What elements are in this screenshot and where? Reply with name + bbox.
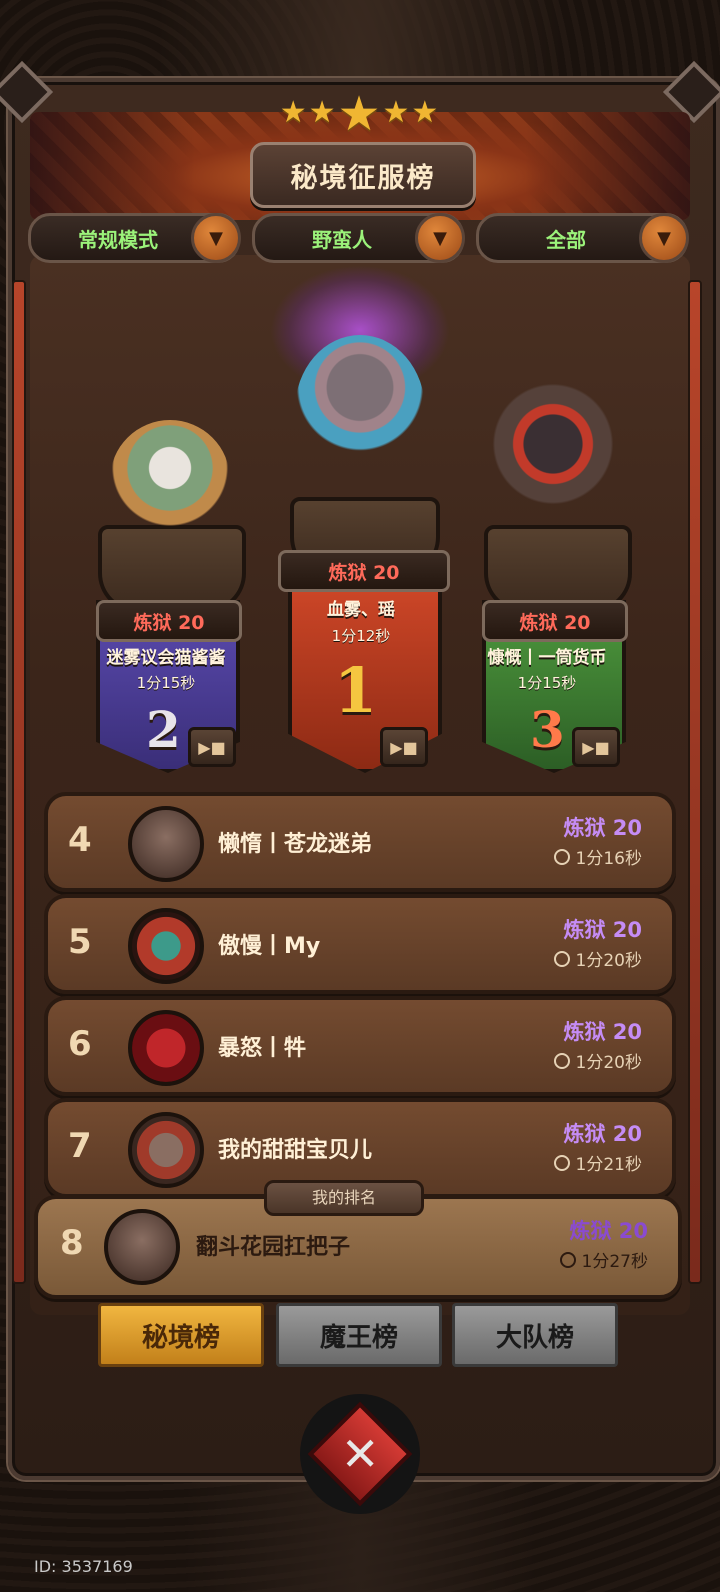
row-level: 炼狱 20 (563, 918, 642, 942)
player-name: 迷雾议会猫酱酱 (106, 648, 226, 668)
rank-number: 2 (146, 700, 181, 759)
row-time: 1分27秒 (559, 1247, 648, 1272)
hero-avatar-second[interactable] (110, 420, 230, 540)
replay-video-button[interactable]: ▶■ (188, 727, 236, 767)
level-plate: 炼狱 20 (278, 550, 450, 592)
row-time-value: 1分16秒 (575, 849, 642, 869)
user-id-label: ID: 3537169 (34, 1557, 133, 1576)
chevron-down-icon[interactable]: ▼ (191, 213, 241, 263)
row-rank: 7 (68, 1126, 92, 1166)
avatar[interactable] (128, 1010, 204, 1086)
video-camera-icon: ▶■ (390, 737, 418, 757)
side-decoration (12, 280, 26, 1284)
row-player-name: 暴怒丨牪 (218, 1036, 307, 1061)
row-level: 炼狱 20 (569, 1219, 648, 1243)
rank-number: 1 (334, 654, 378, 727)
scope-dropdown[interactable]: 全部 ▼ (476, 213, 689, 263)
leaderboard-row[interactable]: 6 暴怒丨牪 炼狱 20 1分20秒 (44, 996, 676, 1096)
level-plate: 炼狱 20 (96, 600, 242, 642)
chevron-down-icon[interactable]: ▼ (639, 213, 689, 263)
player-name: 血雾、瑶 (327, 600, 395, 620)
row-time: 1分16秒 (553, 844, 642, 869)
row-level: 炼狱 20 (563, 1020, 642, 1044)
close-button[interactable]: ✕ (300, 1394, 420, 1514)
hero-avatar-third[interactable] (488, 380, 618, 540)
row-player-name: 翻斗花园扛把子 (196, 1235, 351, 1260)
row-rank: 4 (68, 820, 92, 860)
row-rank: 6 (68, 1024, 92, 1064)
clock-icon (553, 951, 570, 967)
level-plate: 炼狱 20 (482, 600, 628, 642)
leaderboard-row[interactable]: 5 傲慢丨My 炼狱 20 1分20秒 (44, 894, 676, 994)
row-time: 1分21秒 (553, 1150, 642, 1175)
hero-avatar-first[interactable] (295, 335, 425, 485)
row-level: 炼狱 20 (563, 1122, 642, 1146)
close-icon: ✕ (307, 1401, 413, 1507)
clear-time: 1分15秒 (136, 674, 196, 692)
class-dropdown[interactable]: 野蛮人 ▼ (252, 213, 465, 263)
row-player-name: 傲慢丨My (218, 934, 321, 959)
row-time-value: 1分21秒 (575, 1155, 642, 1175)
star-rating-icon: ★★★★★ (279, 86, 441, 142)
tab-demon-king-ranking[interactable]: 魔王榜 (276, 1303, 442, 1367)
row-time: 1分20秒 (553, 1048, 642, 1073)
avatar[interactable] (104, 1209, 180, 1285)
clear-time: 1分15秒 (517, 674, 577, 692)
clock-icon (553, 1155, 570, 1171)
video-camera-icon: ▶■ (582, 737, 610, 757)
avatar[interactable] (128, 908, 204, 984)
row-time-value: 1分20秒 (575, 951, 642, 971)
mode-dropdown[interactable]: 常规模式 ▼ (28, 213, 241, 263)
avatar[interactable] (128, 806, 204, 882)
side-decoration (688, 280, 702, 1284)
filter-bar: 常规模式 ▼ 野蛮人 ▼ 全部 ▼ (22, 213, 698, 263)
avatar[interactable] (128, 1112, 204, 1188)
row-player-name: 懒惰丨苍龙迷弟 (218, 832, 373, 857)
replay-video-button[interactable]: ▶■ (572, 727, 620, 767)
page-title: 秘境征服榜 (250, 142, 476, 208)
row-time-value: 1分27秒 (581, 1252, 648, 1272)
tab-dungeon-ranking[interactable]: 秘境榜 (98, 1303, 264, 1367)
row-rank: 8 (60, 1223, 84, 1263)
row-level: 炼狱 20 (563, 816, 642, 840)
clock-icon (559, 1252, 576, 1268)
clear-time: 1分12秒 (331, 627, 391, 645)
chevron-down-icon[interactable]: ▼ (415, 213, 465, 263)
tab-team-ranking[interactable]: 大队榜 (452, 1303, 618, 1367)
row-player-name: 我的甜甜宝贝儿 (218, 1138, 373, 1163)
row-time-value: 1分20秒 (575, 1053, 642, 1073)
video-camera-icon: ▶■ (198, 737, 226, 757)
leaderboard-row[interactable]: 4 懒惰丨苍龙迷弟 炼狱 20 1分16秒 (44, 792, 676, 892)
row-rank: 5 (68, 922, 92, 962)
replay-video-button[interactable]: ▶■ (380, 727, 428, 767)
rank-number: 3 (530, 700, 565, 759)
player-name: 慷慨丨一筒货币 (487, 648, 607, 668)
clock-icon (553, 849, 570, 865)
clock-icon (553, 1053, 570, 1069)
my-rank-tag: 我的排名 (264, 1180, 424, 1216)
row-time: 1分20秒 (553, 946, 642, 971)
